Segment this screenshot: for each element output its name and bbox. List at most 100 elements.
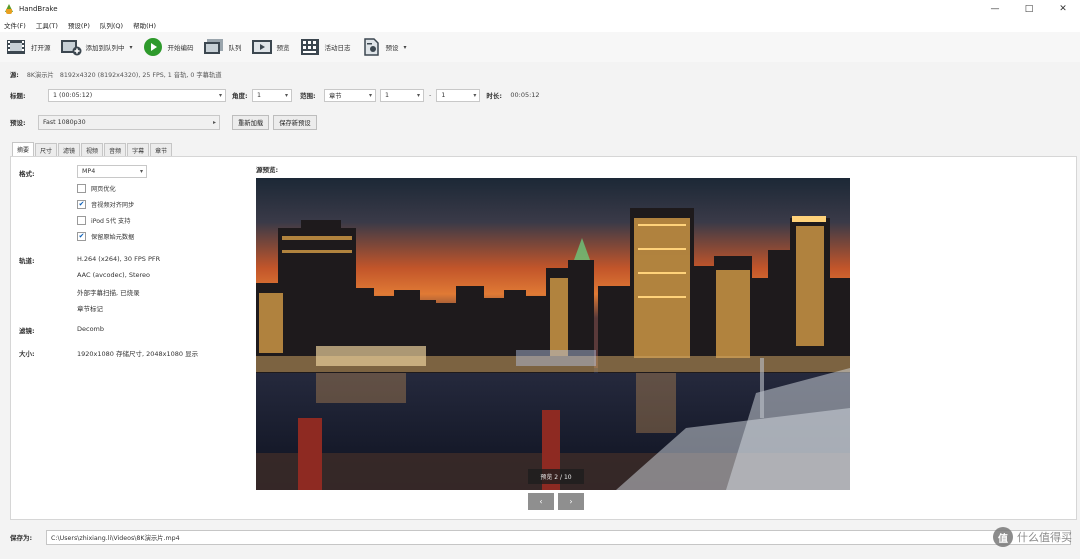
range-start-select[interactable]: 1 ▾ (380, 88, 424, 102)
menu-file[interactable]: 文件(F) (4, 20, 26, 30)
handbrake-logo-icon (4, 3, 14, 14)
preview-icon (251, 37, 273, 57)
tab-dimensions[interactable]: 尺寸 (35, 143, 58, 156)
track-audio: AAC (avcodec), Stereo (77, 271, 151, 279)
menu-presets[interactable]: 预设(P) (68, 20, 90, 30)
preset-select-value: Fast 1080p30 (43, 118, 86, 126)
size-value: 1920x1080 存储尺寸, 2048x1080 显示 (77, 350, 199, 358)
chevron-down-icon: ▾ (218, 91, 222, 99)
format-select[interactable]: MP4 ▾ (77, 165, 147, 178)
preset-label: 预设: (10, 119, 26, 127)
title-bar: HandBrake — □ ✕ (0, 0, 1080, 17)
minimize-button[interactable]: — (978, 0, 1012, 17)
preview-label: 预览 (276, 44, 290, 52)
track-subtitles: 外部字幕扫描, 已烧录 (77, 289, 140, 297)
format-select-value: MP4 (82, 168, 96, 175)
title-row: 标题: 1 (00:05:12) ▾ 角度: 1 ▾ 范围: 章节 ▾ 1 ▾ - 1 ▾… (10, 88, 610, 102)
save-path-input[interactable]: C:\Users\zhixiang.li\Videos\8K演示片.mp4 (46, 529, 1071, 545)
toolbar: 打开源 添加到队列中 ▾ 开始编码 队列 预览 活动日志 预设 ▾ (0, 32, 1080, 62)
watermark-text: 什么值得买 (1017, 531, 1072, 544)
filters-label: 滤镜: (19, 327, 35, 335)
add-to-queue-button[interactable]: 添加到队列中 ▾ (60, 37, 133, 57)
queue-icon (203, 37, 225, 57)
source-preview-label: 源预览: (256, 166, 279, 174)
activity-log-button[interactable]: 活动日志 (299, 37, 351, 57)
angle-label: 角度: (232, 92, 248, 100)
menu-help[interactable]: 帮助(H) (133, 20, 156, 30)
preview-image (256, 178, 850, 490)
title-label: 标题: (10, 92, 26, 100)
duration-label: 时长: (486, 92, 502, 100)
maximize-button[interactable]: □ (1012, 0, 1046, 17)
web-optimized-label: 网页优化 (91, 186, 116, 193)
title-select[interactable]: 1 (00:05:12) ▾ (48, 88, 226, 102)
smzdm-logo-icon: 值 (993, 527, 1013, 547)
size-label: 大小: (19, 350, 35, 358)
checkmark-icon: ✔ (77, 200, 86, 209)
tab-chapters[interactable]: 章节 (150, 143, 173, 156)
reload-preset-button[interactable]: 重新加载 (232, 114, 270, 130)
chevron-down-icon: ▾ (473, 91, 477, 99)
range-label: 范围: (300, 92, 316, 100)
menu-queue[interactable]: 队列(Q) (100, 20, 123, 30)
filters-value: Decomb (77, 325, 105, 333)
range-end-select[interactable]: 1 ▾ (436, 88, 481, 102)
ipod-support-label: iPod 5代 支持 (91, 218, 131, 225)
close-button[interactable]: ✕ (1046, 0, 1080, 17)
track-chapters: 章节标记 (77, 305, 103, 313)
open-source-label: 打开源 (31, 44, 51, 52)
preview-next-button[interactable]: › (558, 493, 584, 510)
preset-select[interactable]: Fast 1080p30 ▸ (38, 114, 220, 130)
tab-video[interactable]: 视频 (81, 143, 104, 156)
tab-audio[interactable]: 音频 (104, 143, 127, 156)
chevron-down-icon: ▾ (416, 91, 420, 99)
chevron-down-icon: ▾ (139, 168, 143, 175)
angle-select[interactable]: 1 ▾ (252, 88, 292, 102)
play-icon (143, 38, 162, 56)
range-end-value: 1 (441, 91, 446, 99)
add-to-queue-label: 添加到队列中 (85, 44, 125, 52)
activity-log-label: 活动日志 (324, 44, 351, 52)
web-optimized-checkbox[interactable]: 网页优化 (77, 184, 116, 193)
chevron-down-icon: ▾ (284, 91, 288, 99)
checkmark-icon: ✔ (77, 232, 86, 241)
save-as-row: 保存为: C:\Users\zhixiang.li\Videos\8K演示片.m… (10, 529, 1077, 545)
ipod-support-checkbox[interactable]: iPod 5代 支持 (77, 216, 130, 225)
source-name: 8K演示片 (26, 72, 54, 79)
checkbox-box (77, 216, 86, 225)
watermark: 值 什么值得买 (993, 527, 1072, 547)
tab-subtitles[interactable]: 字幕 (127, 143, 150, 156)
summary-panel: 格式: MP4 ▾ 网页优化 ✔ 音视频对齐同步 iPod 5代 支持 ✔ 保留原始元… (10, 156, 1077, 520)
chevron-right-icon: › (569, 497, 573, 506)
start-encode-label: 开始编码 (167, 44, 194, 52)
range-separator: - (429, 91, 432, 99)
queue-button[interactable]: 队列 (203, 37, 242, 57)
queue-label: 队列 (228, 44, 242, 52)
source-details: 8192x4320 (8192x4320), 25 FPS, 1 音轨, 0 字… (59, 72, 222, 79)
title-select-value: 1 (00:05:12) (53, 91, 93, 99)
chevron-down-icon[interactable]: ▾ (130, 44, 133, 51)
open-source-button[interactable]: 打开源 (5, 37, 51, 57)
tab-summary[interactable]: 摘要 (12, 142, 35, 156)
align-av-checkbox[interactable]: ✔ 音视频对齐同步 (77, 200, 134, 209)
range-start-value: 1 (385, 91, 390, 99)
chevron-down-icon[interactable]: ▾ (404, 44, 407, 51)
preset-row: 预设: Fast 1080p30 ▸ 重新加载 保存新预设 (10, 114, 317, 130)
settings-tabs: 摘要 尺寸 滤镜 视频 音频 字幕 章节 (12, 142, 173, 156)
range-type-select[interactable]: 章节 ▾ (324, 88, 376, 102)
passthru-metadata-checkbox[interactable]: ✔ 保留原始元数据 (77, 232, 134, 241)
menu-bar: 文件(F) 工具(T) 预设(P) 队列(Q) 帮助(H) (0, 17, 1080, 32)
menu-tools[interactable]: 工具(T) (36, 20, 58, 30)
track-video: H.264 (x264), 30 FPS PFR (77, 255, 161, 263)
passthru-metadata-label: 保留原始元数据 (91, 234, 135, 241)
start-encode-button[interactable]: 开始编码 (142, 37, 194, 57)
preview-button[interactable]: 预览 (251, 37, 290, 57)
tab-filters[interactable]: 滤镜 (58, 143, 81, 156)
window-title: HandBrake (19, 4, 58, 13)
chevron-down-icon: ▾ (368, 91, 372, 99)
tracks-label: 轨道: (19, 257, 35, 265)
save-new-preset-button[interactable]: 保存新预设 (273, 114, 317, 130)
save-as-label: 保存为: (10, 534, 33, 542)
presets-button[interactable]: 预设 ▾ (360, 37, 407, 57)
preview-prev-button[interactable]: ‹ (528, 493, 554, 510)
